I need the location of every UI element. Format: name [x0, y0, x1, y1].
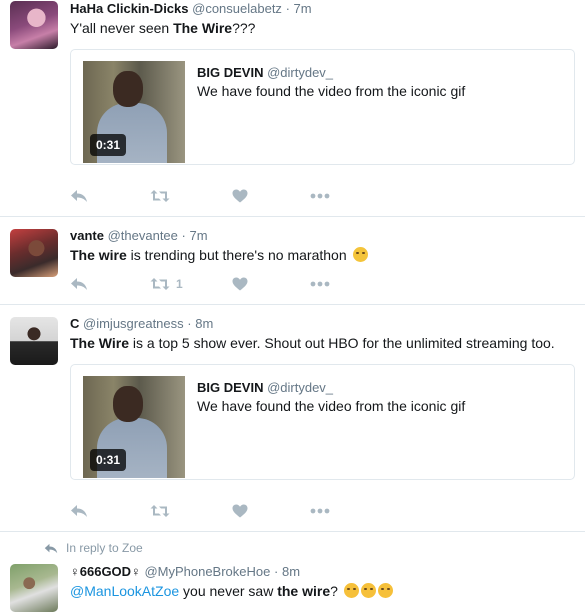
mention-link[interactable]: @ManLookAtZoe — [70, 583, 179, 599]
thumbnail-figure-head — [113, 386, 143, 422]
user-handle[interactable]: @MyPhoneBrokeHoe — [144, 564, 270, 579]
tweet-text: The Wire is a top 5 show ever. Shout out… — [70, 334, 555, 352]
timestamp[interactable]: 8m — [282, 564, 300, 579]
thinking-face-emoji — [343, 583, 359, 598]
more-button[interactable] — [310, 186, 330, 206]
quoted-text: We have found the video from the iconic … — [197, 398, 466, 414]
separator: · — [181, 228, 186, 243]
quoted-user-name: BIG DEVIN — [197, 380, 264, 395]
user-name[interactable]: ♀666GOD♀ — [70, 564, 141, 579]
tweet[interactable]: vante @thevantee · 7m The wire is trendi… — [0, 216, 585, 305]
user-handle[interactable]: @imjusgreatness — [83, 316, 184, 331]
quoted-user-name: BIG DEVIN — [197, 65, 264, 80]
retweet-button[interactable] — [150, 186, 170, 206]
retweet-button[interactable] — [150, 501, 170, 521]
tweet[interactable]: C @imjusgreatness · 8m The Wire is a top… — [0, 304, 585, 532]
reply-icon — [71, 505, 87, 517]
video-duration: 0:31 — [90, 134, 127, 156]
reply-icon — [71, 190, 87, 202]
thinking-face-emoji — [360, 583, 376, 598]
retweet-icon — [150, 505, 170, 517]
heart-icon — [232, 504, 248, 518]
text-segment: is trending but there's no marathon — [126, 247, 347, 263]
reply-icon — [71, 278, 87, 290]
like-button[interactable] — [232, 274, 248, 294]
retweet-icon — [150, 190, 170, 202]
more-button[interactable] — [310, 501, 330, 521]
text-segment: ??? — [232, 20, 256, 36]
bold-text: the wire — [277, 583, 331, 599]
video-thumbnail[interactable]: 0:31 — [83, 376, 185, 478]
relieved-face-emoji — [352, 247, 368, 262]
quoted-user: BIG DEVIN @dirtydev_ — [197, 65, 333, 80]
more-button[interactable] — [310, 274, 330, 294]
text-segment: Y'all never seen — [70, 20, 174, 36]
user-handle[interactable]: @consuelabetz — [192, 1, 282, 16]
user-handle[interactable]: @thevantee — [108, 228, 178, 243]
reply-button[interactable] — [70, 501, 88, 521]
separator: · — [187, 316, 192, 331]
video-thumbnail[interactable]: 0:31 — [83, 61, 185, 163]
tweet[interactable]: HaHa Clickin-Dicks @consuelabetz · 7m Y'… — [0, 0, 585, 217]
quoted-tweet-card[interactable]: 0:31 BIG DEVIN @dirtydev_ We have found … — [70, 364, 575, 480]
tweet-text: Y'all never seen The Wire??? — [70, 19, 255, 37]
bold-text: The Wire — [173, 20, 233, 36]
retweet-icon — [150, 278, 170, 290]
tweet[interactable]: ♀666GOD♀ @MyPhoneBrokeHoe · 8m @ManLookA… — [0, 531, 585, 612]
reply-button[interactable] — [70, 274, 88, 294]
quoted-user: BIG DEVIN @dirtydev_ — [197, 380, 333, 395]
quoted-tweet-card[interactable]: 0:31 BIG DEVIN @dirtydev_ We have found … — [70, 49, 575, 165]
more-icon — [310, 193, 330, 199]
timestamp[interactable]: 7m — [190, 228, 208, 243]
thumbnail-figure-head — [113, 71, 143, 107]
more-icon — [310, 281, 330, 287]
video-duration: 0:31 — [90, 449, 127, 471]
user-name[interactable]: vante — [70, 228, 104, 243]
tweet-text: @ManLookAtZoe you never saw the wire? — [70, 582, 393, 600]
timeline: HaHa Clickin-Dicks @consuelabetz · 7m Y'… — [0, 0, 585, 612]
bold-text: The wire — [70, 247, 127, 263]
avatar[interactable] — [10, 1, 58, 49]
separator: · — [285, 1, 290, 16]
retweet-button[interactable]: 1 — [150, 274, 183, 294]
quoted-text: We have found the video from the iconic … — [197, 83, 466, 99]
avatar[interactable] — [10, 317, 58, 365]
tweet-header: vante @thevantee · 7m — [70, 228, 208, 243]
heart-icon — [232, 277, 248, 291]
more-icon — [310, 508, 330, 514]
timestamp[interactable]: 8m — [195, 316, 213, 331]
text-segment: you never saw — [179, 583, 278, 599]
heart-icon — [232, 189, 248, 203]
bold-text: The Wire — [70, 335, 129, 351]
quoted-user-handle: @dirtydev_ — [267, 65, 334, 80]
like-button[interactable] — [232, 501, 248, 521]
reply-button[interactable] — [70, 186, 88, 206]
thinking-face-emoji — [377, 583, 393, 598]
avatar[interactable] — [10, 229, 58, 277]
text-segment: is a top 5 show ever. Shout out HBO for … — [129, 335, 555, 351]
tweet-header: C @imjusgreatness · 8m — [70, 316, 213, 331]
separator: · — [274, 564, 279, 579]
like-button[interactable] — [232, 186, 248, 206]
tweet-header: HaHa Clickin-Dicks @consuelabetz · 7m — [70, 1, 312, 16]
user-name[interactable]: C — [70, 316, 79, 331]
retweet-count: 1 — [176, 277, 183, 291]
quoted-user-handle: @dirtydev_ — [267, 380, 334, 395]
tweet-header: ♀666GOD♀ @MyPhoneBrokeHoe · 8m — [70, 564, 300, 579]
user-name[interactable]: HaHa Clickin-Dicks — [70, 1, 189, 16]
text-segment: ? — [330, 583, 338, 599]
timestamp[interactable]: 7m — [294, 1, 312, 16]
tweet-text: The wire is trending but there's no mara… — [70, 246, 368, 264]
avatar[interactable] — [10, 564, 58, 612]
